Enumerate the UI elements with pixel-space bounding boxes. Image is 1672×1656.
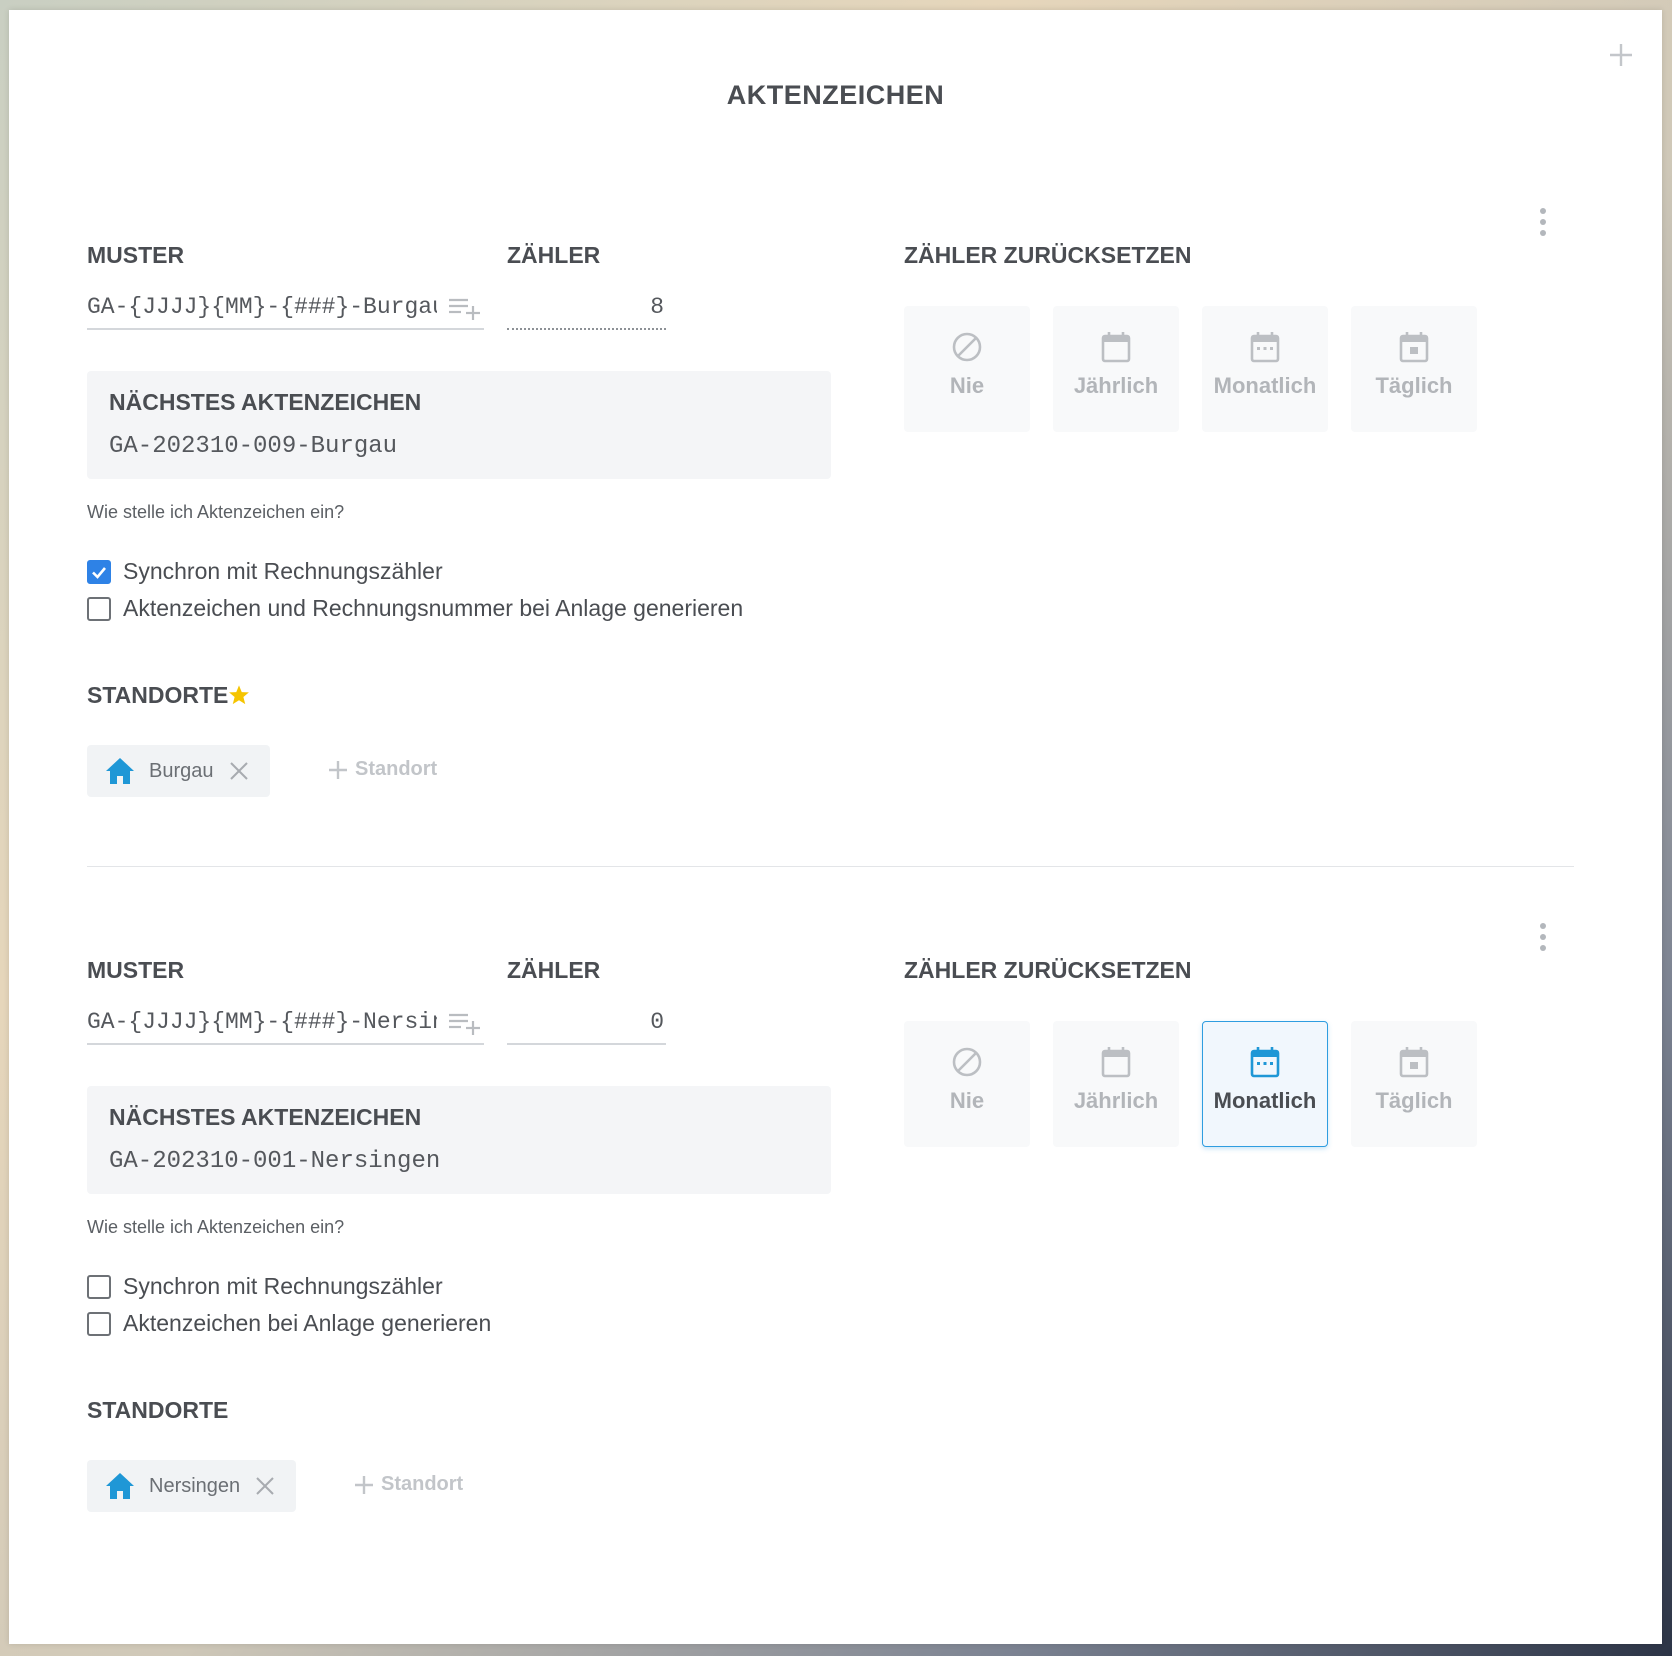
checkbox-generate-on-create[interactable]: Aktenzeichen bei Anlage generieren <box>87 1310 491 1337</box>
next-aktenzeichen-label: NÄCHSTES AKTENZEICHEN <box>109 389 422 415</box>
checkbox-label: Aktenzeichen und Rechnungsnummer bei Anl… <box>123 595 744 621</box>
reset-options: Nie Jährlich Monatlich Täglich <box>904 1021 1477 1147</box>
close-icon[interactable] <box>254 1475 276 1497</box>
reset-option-label: Nie <box>949 373 985 398</box>
checkbox[interactable] <box>87 1274 111 1299</box>
reset-option-jaehrlich[interactable]: Jährlich <box>1053 1021 1179 1147</box>
muster-input[interactable]: GA-{JJJJ}{MM}-{###}-Nersingen <box>87 1003 484 1045</box>
muster-value[interactable]: GA-{JJJJ}{MM}-{###}-Nersingen <box>87 1009 437 1035</box>
zaehler-input[interactable]: 0 <box>507 1003 666 1045</box>
add-standort-label: Standort <box>381 1473 464 1495</box>
checkbox-sync-rechnungszaehler[interactable]: Synchron mit Rechnungszähler <box>87 558 443 585</box>
reset-option-label: Jährlich <box>1073 373 1159 398</box>
reset-option-monatlich[interactable]: Monatlich <box>1202 1021 1328 1147</box>
checkbox[interactable] <box>87 559 111 584</box>
playlist-add-icon[interactable] <box>448 296 482 322</box>
muster-value[interactable]: GA-{JJJJ}{MM}-{###}-Burgau <box>87 294 437 320</box>
reset-option-taeglich[interactable]: Täglich <box>1351 306 1477 432</box>
standort-name: Nersingen <box>149 1474 241 1497</box>
zaehler-label: ZÄHLER <box>507 242 601 268</box>
section-divider <box>87 866 1574 867</box>
star-icon <box>229 685 249 705</box>
home-icon <box>106 1473 134 1499</box>
checkbox-sync-rechnungszaehler[interactable]: Synchron mit Rechnungszähler <box>87 1273 443 1300</box>
playlist-add-icon[interactable] <box>448 1011 482 1037</box>
zaehler-input[interactable]: 8 <box>507 288 666 330</box>
help-link[interactable]: Wie stelle ich Aktenzeichen ein? <box>87 1217 344 1238</box>
aktenzeichen-panel: AKTENZEICHEN MUSTER ZÄHLER ZÄHLER ZURÜCK… <box>9 10 1662 1644</box>
add-standort-button[interactable]: Standort <box>353 1473 463 1496</box>
muster-label: MUSTER <box>87 957 185 983</box>
home-icon <box>106 758 134 784</box>
reset-option-nie[interactable]: Nie <box>904 1021 1030 1147</box>
help-link[interactable]: Wie stelle ich Aktenzeichen ein? <box>87 502 344 523</box>
next-aktenzeichen-box: NÄCHSTES AKTENZEICHEN GA-202310-001-Ners… <box>87 1086 831 1194</box>
reset-option-jaehrlich[interactable]: Jährlich <box>1053 306 1179 432</box>
pattern-section: MUSTER ZÄHLER ZÄHLER ZURÜCKSETZEN GA-{JJ… <box>87 190 1587 840</box>
checkbox-generate-on-create[interactable]: Aktenzeichen und Rechnungsnummer bei Anl… <box>87 595 743 622</box>
standorte-label: STANDORTE <box>87 682 229 708</box>
more-vertical-icon[interactable] <box>1533 204 1553 240</box>
reset-option-label: Täglich <box>1375 373 1453 398</box>
checkbox-label: Aktenzeichen bei Anlage generieren <box>123 1310 492 1336</box>
muster-input[interactable]: GA-{JJJJ}{MM}-{###}-Burgau <box>87 288 484 330</box>
next-aktenzeichen-value: GA-202310-001-Nersingen <box>109 1148 441 1175</box>
calendar-blank-icon <box>1101 1047 1131 1078</box>
block-icon <box>952 332 982 362</box>
reset-label: ZÄHLER ZURÜCKSETZEN <box>904 957 1192 983</box>
check-icon <box>92 566 106 579</box>
page-title: AKTENZEICHEN <box>726 80 945 110</box>
add-standort-label: Standort <box>355 758 438 780</box>
calendar-today-icon <box>1399 1047 1429 1078</box>
next-aktenzeichen-value: GA-202310-009-Burgau <box>109 433 398 460</box>
block-icon <box>952 1047 982 1077</box>
plus-icon <box>355 1475 373 1494</box>
next-aktenzeichen-box: NÄCHSTES AKTENZEICHEN GA-202310-009-Burg… <box>87 371 831 479</box>
reset-option-label: Nie <box>949 1088 985 1113</box>
calendar-month-icon <box>1250 332 1280 363</box>
reset-label: ZÄHLER ZURÜCKSETZEN <box>904 242 1192 268</box>
zaehler-value[interactable]: 0 <box>650 1009 664 1035</box>
next-aktenzeichen-label: NÄCHSTES AKTENZEICHEN <box>109 1104 422 1130</box>
plus-icon <box>329 760 347 779</box>
pattern-section: MUSTER ZÄHLER ZÄHLER ZURÜCKSETZEN GA-{JJ… <box>87 905 1587 1555</box>
zaehler-value[interactable]: 8 <box>650 294 664 320</box>
checkbox-label: Synchron mit Rechnungszähler <box>123 1273 443 1299</box>
add-icon[interactable] <box>1606 40 1636 70</box>
standort-chip: Burgau <box>87 745 270 797</box>
standorte-label: STANDORTE <box>87 1397 229 1423</box>
calendar-month-icon <box>1250 1047 1280 1078</box>
checkbox[interactable] <box>87 596 111 621</box>
add-standort-button[interactable]: Standort <box>327 758 437 781</box>
more-vertical-icon[interactable] <box>1533 919 1553 955</box>
standort-name: Burgau <box>149 759 214 782</box>
reset-option-label: Täglich <box>1375 1088 1453 1113</box>
reset-option-label: Monatlich <box>1213 373 1317 398</box>
reset-option-monatlich[interactable]: Monatlich <box>1202 306 1328 432</box>
reset-option-label: Monatlich <box>1213 1088 1317 1113</box>
zaehler-label: ZÄHLER <box>507 957 601 983</box>
muster-label: MUSTER <box>87 242 185 268</box>
reset-options: Nie Jährlich Monatlich Täglich <box>904 306 1477 432</box>
calendar-blank-icon <box>1101 332 1131 363</box>
reset-option-taeglich[interactable]: Täglich <box>1351 1021 1477 1147</box>
reset-option-label: Jährlich <box>1073 1088 1159 1113</box>
reset-option-nie[interactable]: Nie <box>904 306 1030 432</box>
close-icon[interactable] <box>228 760 250 782</box>
calendar-today-icon <box>1399 332 1429 363</box>
checkbox[interactable] <box>87 1311 111 1336</box>
standort-chip: Nersingen <box>87 1460 297 1512</box>
checkbox-label: Synchron mit Rechnungszähler <box>123 558 443 584</box>
